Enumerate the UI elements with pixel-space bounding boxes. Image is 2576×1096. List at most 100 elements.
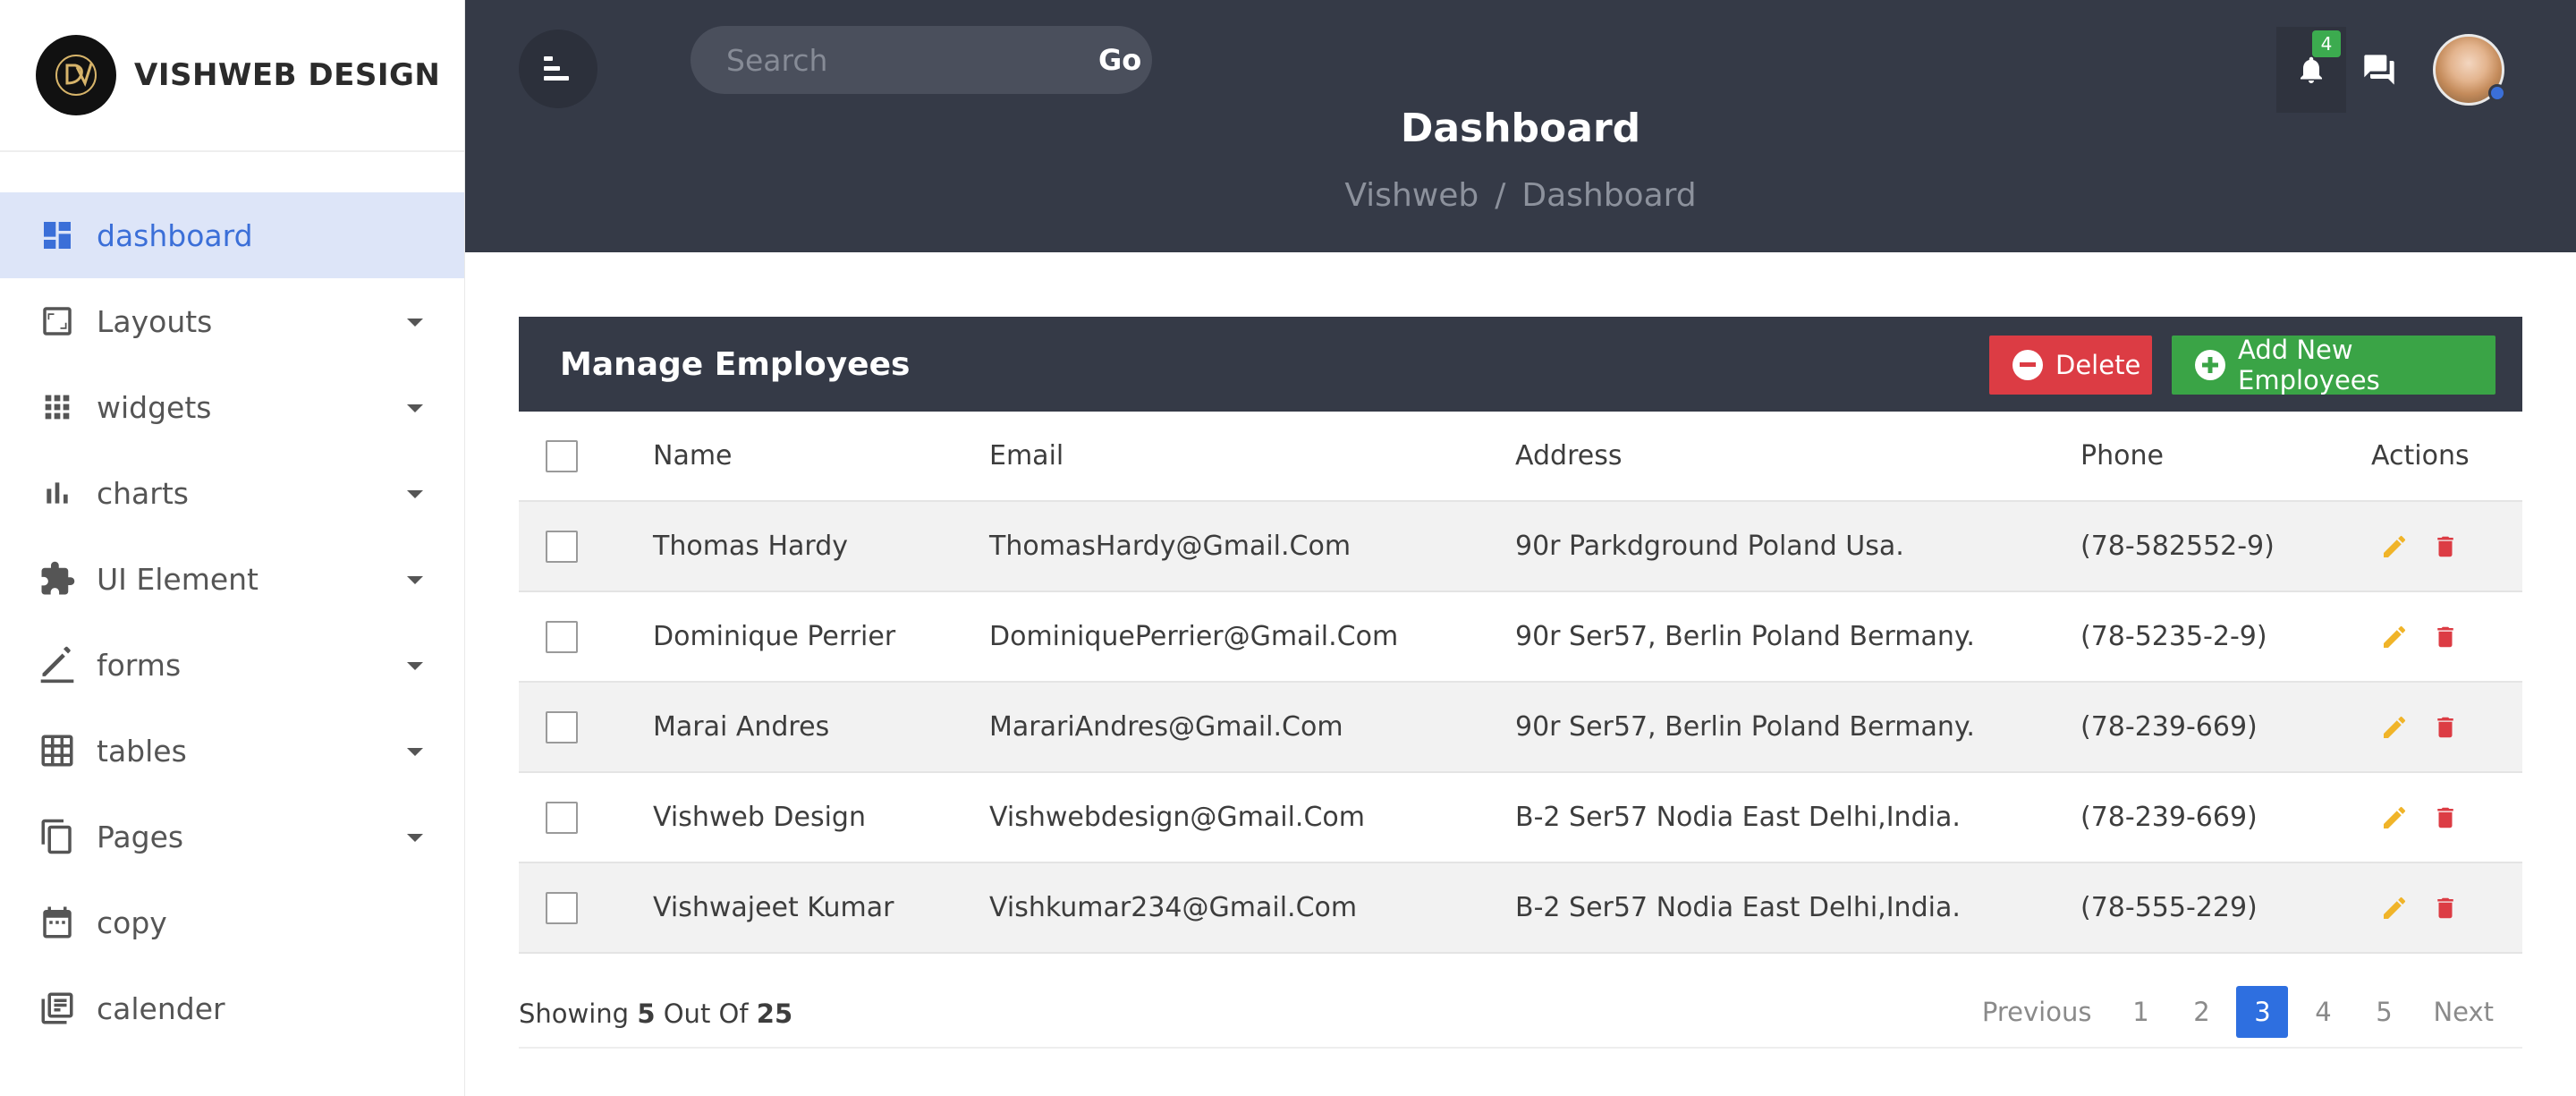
chat-icon bbox=[2364, 55, 2394, 85]
employee-address: 90r Ser57, Berlin Poland Bermany. bbox=[1515, 591, 2080, 683]
table-header-row: Name Email Address Phone Actions bbox=[519, 412, 2522, 502]
table-row: Thomas Hardy ThomasHardy@Gmail.Com 90r P… bbox=[519, 501, 2522, 592]
employee-phone: (78-5235-2-9) bbox=[2080, 591, 2371, 683]
employee-email: DominiquePerrier@Gmail.Com bbox=[989, 591, 1515, 683]
showing-prefix: Showing bbox=[519, 998, 630, 1029]
bell-icon bbox=[2301, 56, 2322, 83]
pagination-page-4[interactable]: 4 bbox=[2297, 986, 2349, 1038]
manage-employees-card: Manage Employees Delete Add New Employee… bbox=[519, 317, 2522, 1049]
notification-badge: 4 bbox=[2312, 30, 2341, 57]
sidebar-item-layouts[interactable]: Layouts bbox=[0, 278, 464, 364]
sidebar-item-dashboard[interactable]: dashboard bbox=[0, 192, 464, 278]
search-go-button[interactable]: Go bbox=[1098, 43, 1141, 77]
sidebar-item-tables[interactable]: tables bbox=[0, 708, 464, 794]
menu-toggle-button[interactable] bbox=[519, 30, 597, 108]
pagination-page-2[interactable]: 2 bbox=[2175, 986, 2227, 1038]
pagination-page-5[interactable]: 5 bbox=[2358, 986, 2410, 1038]
row-select-cell bbox=[519, 862, 653, 954]
table-row: Dominique Perrier DominiquePerrier@Gmail… bbox=[519, 591, 2522, 683]
dashboard-icon bbox=[38, 216, 77, 255]
sidebar: VISHWEB DESIGN dashboard Layouts widgets bbox=[0, 0, 465, 1096]
row-checkbox[interactable] bbox=[546, 530, 578, 563]
column-header-phone[interactable]: Phone bbox=[2080, 412, 2371, 502]
search-input[interactable] bbox=[726, 42, 1098, 78]
chevron-down-icon bbox=[407, 834, 423, 842]
edit-icon[interactable] bbox=[2380, 803, 2409, 832]
sidebar-item-forms[interactable]: forms bbox=[0, 622, 464, 708]
pagination-previous[interactable]: Previous bbox=[1968, 986, 2106, 1038]
edit-icon[interactable] bbox=[2380, 713, 2409, 742]
sidebar-item-charts[interactable]: charts bbox=[0, 450, 464, 536]
menu-icon bbox=[544, 56, 569, 81]
showing-count: 5 bbox=[637, 998, 656, 1029]
column-header-email[interactable]: Email bbox=[989, 412, 1515, 502]
sidebar-item-copy[interactable]: copy bbox=[0, 879, 464, 965]
sidebar-item-calender[interactable]: calender bbox=[0, 965, 464, 1051]
sidebar-item-label: Pages bbox=[97, 819, 184, 854]
top-header: Go 4 Dashboard Vishweb / Dashboard bbox=[465, 0, 2576, 252]
row-checkbox[interactable] bbox=[546, 710, 578, 743]
column-header-name[interactable]: Name bbox=[653, 412, 989, 502]
showing-total: 25 bbox=[756, 998, 793, 1029]
vishweb-logo-icon[interactable] bbox=[36, 35, 116, 115]
trash-icon[interactable] bbox=[2432, 623, 2459, 651]
row-select-cell bbox=[519, 772, 653, 863]
row-checkbox[interactable] bbox=[546, 801, 578, 834]
breadcrumb-root[interactable]: Vishweb bbox=[1344, 177, 1479, 214]
search-bar: Go bbox=[691, 26, 1152, 94]
sidebar-item-label: forms bbox=[97, 647, 182, 683]
column-header-address[interactable]: Address bbox=[1515, 412, 2080, 502]
row-select-cell bbox=[519, 591, 653, 683]
row-checkbox[interactable] bbox=[546, 620, 578, 653]
card-footer: Showing 5 Out Of 25 Previous 1 2 3 4 5 N… bbox=[519, 954, 2522, 1049]
delete-button[interactable]: Delete bbox=[1989, 336, 2152, 395]
row-actions bbox=[2371, 862, 2522, 954]
trash-icon[interactable] bbox=[2432, 713, 2459, 742]
sidebar-item-widgets[interactable]: widgets bbox=[0, 364, 464, 450]
library-books-icon bbox=[38, 989, 77, 1028]
employee-email: Vishkumar234@Gmail.Com bbox=[989, 862, 1515, 954]
table-icon bbox=[38, 731, 77, 770]
employee-email: MarariAndres@Gmail.Com bbox=[989, 682, 1515, 773]
row-checkbox[interactable] bbox=[546, 891, 578, 924]
sidebar-item-label: tables bbox=[97, 733, 187, 769]
sidebar-item-label: dashboard bbox=[97, 217, 253, 253]
pagination-page-3[interactable]: 3 bbox=[2236, 986, 2289, 1038]
breadcrumb-separator: / bbox=[1495, 177, 1506, 214]
trash-icon[interactable] bbox=[2432, 803, 2459, 832]
trash-icon[interactable] bbox=[2432, 894, 2459, 922]
calendar-icon bbox=[38, 903, 77, 942]
breadcrumb: Vishweb / Dashboard bbox=[465, 177, 2576, 214]
chevron-down-icon bbox=[407, 662, 423, 670]
showing-entries-text: Showing 5 Out Of 25 bbox=[519, 998, 792, 1029]
employee-name: Vishweb Design bbox=[653, 772, 989, 863]
sidebar-item-pages[interactable]: Pages bbox=[0, 794, 464, 879]
row-actions bbox=[2371, 772, 2522, 863]
trash-icon[interactable] bbox=[2432, 532, 2459, 561]
row-actions bbox=[2371, 501, 2522, 592]
edit-icon[interactable] bbox=[2380, 532, 2409, 561]
sidebar-item-label: widgets bbox=[97, 389, 212, 425]
brand-name: VISHWEB DESIGN bbox=[134, 57, 441, 93]
table-row: Marai Andres MarariAndres@Gmail.Com 90r … bbox=[519, 682, 2522, 773]
pagination-next[interactable]: Next bbox=[2419, 986, 2508, 1038]
sidebar-nav: dashboard Layouts widgets charts UI Elem… bbox=[0, 192, 464, 1051]
edit-icon[interactable] bbox=[2380, 894, 2409, 922]
employee-name: Dominique Perrier bbox=[653, 591, 989, 683]
delete-button-label: Delete bbox=[2055, 350, 2141, 380]
sidebar-item-label: calender bbox=[97, 990, 225, 1026]
sidebar-item-label: Layouts bbox=[97, 303, 213, 339]
employee-name: Thomas Hardy bbox=[653, 501, 989, 592]
employee-address: B-2 Ser57 Nodia East Delhi,India. bbox=[1515, 772, 2080, 863]
table-row: Vishwajeet Kumar Vishkumar234@Gmail.Com … bbox=[519, 862, 2522, 954]
edit-icon[interactable] bbox=[2380, 623, 2409, 651]
row-actions bbox=[2371, 682, 2522, 773]
employee-address: 90r Parkdground Poland Usa. bbox=[1515, 501, 2080, 592]
select-all-checkbox[interactable] bbox=[546, 439, 578, 472]
pagination-page-1[interactable]: 1 bbox=[2114, 986, 2166, 1038]
chat-button[interactable] bbox=[2361, 52, 2397, 88]
copy-pages-icon bbox=[38, 817, 77, 856]
add-employee-button[interactable]: Add New Employees bbox=[2172, 335, 2496, 395]
sidebar-item-ui-element[interactable]: UI Element bbox=[0, 536, 464, 622]
employee-phone: (78-239-669) bbox=[2080, 772, 2371, 863]
